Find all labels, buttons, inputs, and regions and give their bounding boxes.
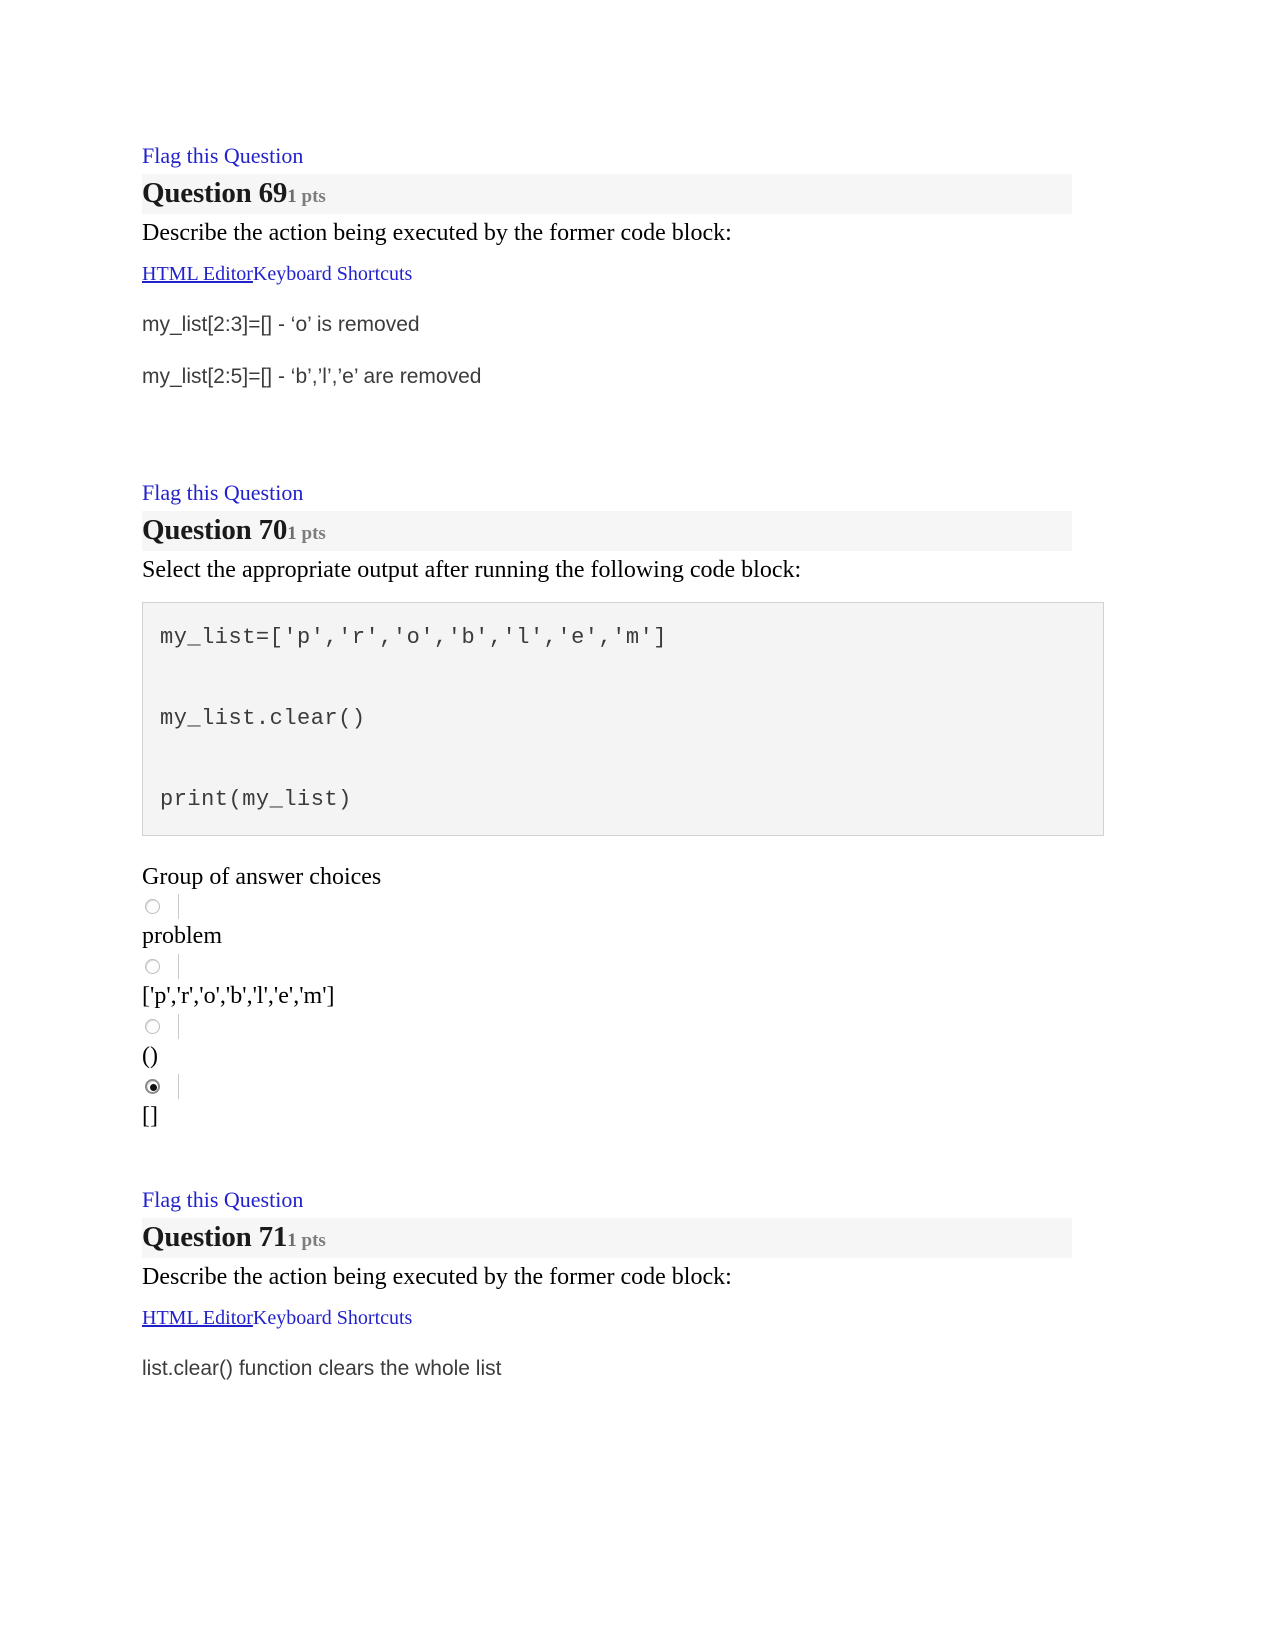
question-header-69: Question 691 pts — [142, 174, 1072, 214]
answer-line-69-1: my_list[2:3]=[] - ‘o’ is removed — [142, 313, 420, 336]
choice-4[interactable]: [] — [142, 1074, 1072, 1132]
choice-divider-1 — [178, 894, 179, 919]
flag-question-link-71[interactable]: Flag this Question — [142, 1186, 303, 1214]
question-points-value-71: 1 — [287, 1230, 297, 1251]
quiz-page: Flag this Question Question 691 pts Desc… — [0, 0, 1275, 1651]
radio-button-icon-4-selected[interactable] — [145, 1079, 160, 1094]
question-header-70: Question 701 pts — [142, 511, 1072, 551]
answer-line-69-2: my_list[2:5]=[] - ‘b’,’l’,’e’ are remove… — [142, 365, 482, 388]
choice-divider-2 — [178, 954, 179, 979]
choice-4-label[interactable]: [] — [142, 1101, 1072, 1132]
question-points-unit-71: pts — [301, 1230, 326, 1251]
choice-1-radio-wrap[interactable] — [142, 894, 1072, 920]
choice-1[interactable]: problem — [142, 894, 1072, 952]
question-title-69: Question 69 — [142, 177, 288, 209]
code-line-1: my_list=['p','r','o','b','l','e','m'] — [160, 625, 667, 650]
choice-divider-4 — [178, 1074, 179, 1099]
choice-2-label[interactable]: ['p','r','o','b','l','e','m'] — [142, 981, 1072, 1012]
choice-3-radio-wrap[interactable] — [142, 1014, 1072, 1040]
code-blank-line-2 — [160, 732, 1103, 787]
html-editor-link-71[interactable]: HTML Editor — [142, 1307, 253, 1329]
question-points-value-70: 1 — [287, 523, 297, 544]
question-title-71: Question 71 — [142, 1221, 288, 1253]
answer-choices-label: Group of answer choices — [142, 864, 382, 890]
keyboard-shortcuts-link-71[interactable]: Keyboard Shortcuts — [253, 1307, 412, 1329]
code-blank-line-1 — [160, 651, 1103, 706]
question-points-unit-69: pts — [301, 186, 326, 207]
question-points-71: 1 pts — [287, 1230, 326, 1251]
editor-links-row-69: HTML EditorKeyboard Shortcuts — [142, 261, 1072, 287]
radio-button-icon-1[interactable] — [145, 899, 160, 914]
flag-question-link-70[interactable]: Flag this Question — [142, 479, 303, 507]
question-points-70: 1 pts — [287, 523, 326, 544]
question-prompt-69: Describe the action being executed by th… — [142, 220, 732, 246]
choice-1-label[interactable]: problem — [142, 921, 1072, 952]
code-line-2: my_list.clear() — [160, 706, 366, 731]
flag-question-link-69[interactable]: Flag this Question — [142, 142, 303, 170]
question-header-71: Question 711 pts — [142, 1218, 1072, 1258]
choice-3-label[interactable]: () — [142, 1041, 1072, 1072]
question-prompt-70: Select the appropriate output after runn… — [142, 557, 802, 583]
question-block-69: Flag this Question Question 691 pts Desc… — [142, 142, 1072, 391]
radio-button-icon-2[interactable] — [145, 959, 160, 974]
choice-3[interactable]: () — [142, 1014, 1072, 1072]
question-block-71: Flag this Question Question 711 pts Desc… — [142, 1186, 1072, 1383]
choice-2-radio-wrap[interactable] — [142, 954, 1072, 980]
choice-divider-3 — [178, 1014, 179, 1039]
question-points-unit-70: pts — [301, 523, 326, 544]
question-points-69: 1 pts — [287, 186, 326, 207]
keyboard-shortcuts-link-69[interactable]: Keyboard Shortcuts — [253, 263, 412, 285]
code-line-3: print(my_list) — [160, 787, 352, 812]
quiz-content: Flag this Question Question 691 pts Desc… — [142, 0, 1104, 1383]
editor-links-row-71: HTML EditorKeyboard Shortcuts — [142, 1305, 1072, 1331]
choice-2[interactable]: ['p','r','o','b','l','e','m'] — [142, 954, 1072, 1012]
choice-4-radio-wrap[interactable] — [142, 1074, 1072, 1100]
radio-button-icon-3[interactable] — [145, 1019, 160, 1034]
question-title-70: Question 70 — [142, 514, 288, 546]
question-points-value-69: 1 — [287, 186, 297, 207]
code-block-70: my_list=['p','r','o','b','l','e','m'] my… — [142, 602, 1104, 836]
question-block-70: Flag this Question Question 701 pts Sele… — [142, 479, 1104, 1132]
question-prompt-71: Describe the action being executed by th… — [142, 1264, 732, 1290]
answer-line-71-1: list.clear() function clears the whole l… — [142, 1357, 502, 1380]
html-editor-link-69[interactable]: HTML Editor — [142, 263, 253, 285]
